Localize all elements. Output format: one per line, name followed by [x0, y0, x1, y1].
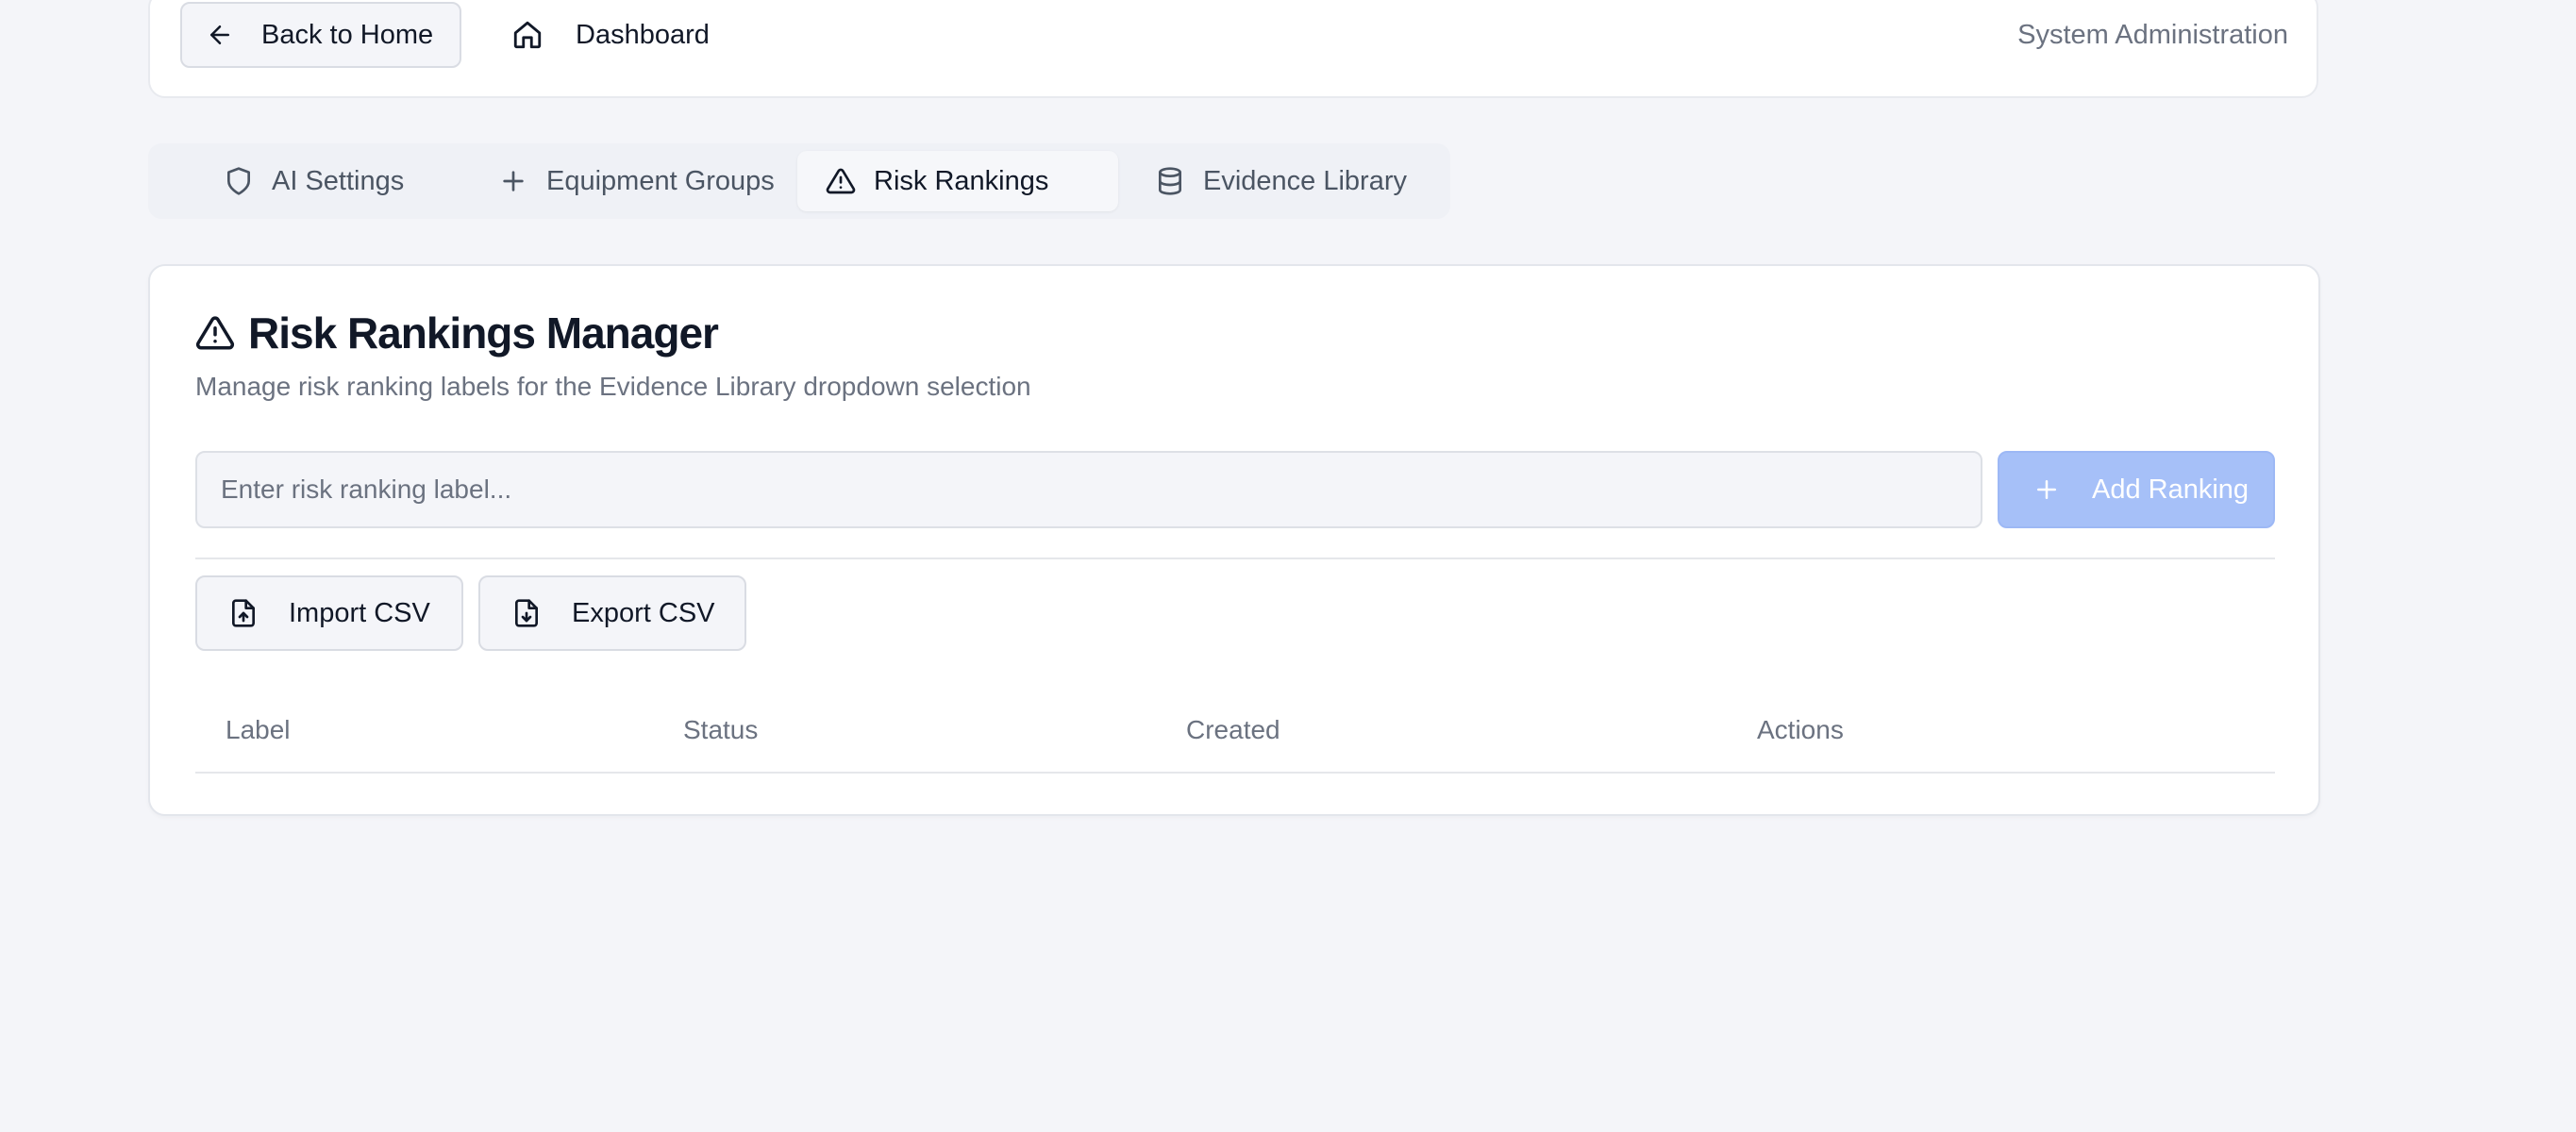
- back-to-home-label: Back to Home: [261, 19, 434, 50]
- dashboard-label: Dashboard: [576, 19, 710, 50]
- tab-evidence-library[interactable]: Evidence Library: [1155, 151, 1407, 211]
- column-header-label: Label: [226, 715, 291, 744]
- arrow-left-icon: [206, 21, 234, 49]
- alert-triangle-icon: [195, 313, 235, 353]
- file-download-icon: [511, 598, 542, 628]
- tab-label: AI Settings: [272, 165, 405, 196]
- top-bar: Back to Home Dashboard System Administra…: [148, 0, 2318, 98]
- import-csv-label: Import CSV: [289, 597, 430, 628]
- plus-icon: [2032, 475, 2061, 504]
- column-header-created: Created: [1186, 715, 1280, 744]
- system-administration-label: System Administration: [2017, 19, 2288, 50]
- back-to-home-button[interactable]: Back to Home: [180, 2, 461, 68]
- export-csv-button[interactable]: Export CSV: [478, 575, 746, 651]
- column-header-status: Status: [683, 715, 759, 744]
- tab-label: Evidence Library: [1203, 165, 1407, 196]
- import-csv-button[interactable]: Import CSV: [195, 575, 463, 651]
- dashboard-link[interactable]: Dashboard: [511, 2, 710, 68]
- tab-label: Risk Rankings: [874, 165, 1049, 196]
- database-icon: [1155, 166, 1185, 196]
- table-header: Label Status Created Actions: [195, 689, 2275, 774]
- add-ranking-label: Add Ranking: [2092, 474, 2250, 505]
- file-upload-icon: [228, 598, 259, 628]
- home-icon: [511, 19, 544, 51]
- risk-ranking-input[interactable]: [195, 451, 1982, 528]
- page-title-text: Risk Rankings Manager: [248, 308, 719, 358]
- page-title: Risk Rankings Manager: [195, 308, 719, 358]
- tab-risk-rankings[interactable]: Risk Rankings: [797, 151, 1118, 211]
- tab-label: Equipment Groups: [546, 165, 775, 196]
- shield-icon: [224, 166, 254, 196]
- column-header-actions: Actions: [1757, 715, 1844, 744]
- add-ranking-button[interactable]: Add Ranking: [1998, 451, 2275, 528]
- tab-equipment-groups[interactable]: Equipment Groups: [498, 151, 775, 211]
- page-subtitle: Manage risk ranking labels for the Evide…: [195, 372, 1031, 401]
- alert-triangle-icon: [826, 166, 856, 196]
- risk-rankings-card: Risk Rankings Manager Manage risk rankin…: [148, 264, 2320, 816]
- divider: [195, 558, 2275, 559]
- admin-tabs: AI Settings Equipment Groups Risk Rankin…: [148, 143, 1450, 219]
- export-csv-label: Export CSV: [572, 597, 715, 628]
- plus-icon: [498, 166, 528, 196]
- tab-ai-settings[interactable]: AI Settings: [224, 151, 404, 211]
